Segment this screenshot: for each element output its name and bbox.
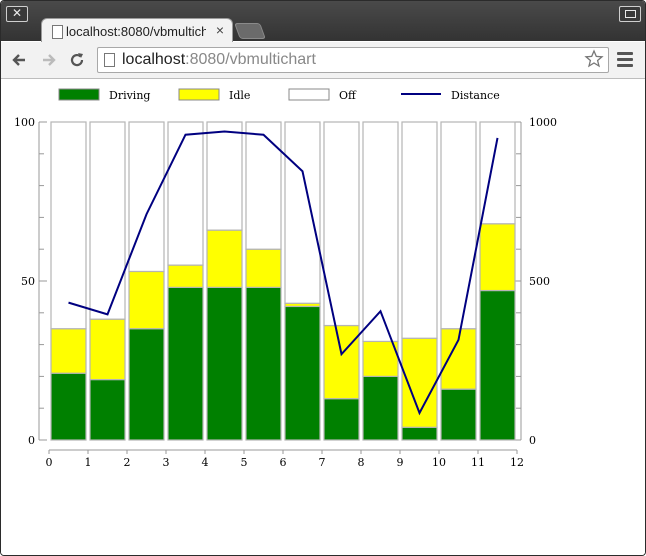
browser-tab[interactable]: localhost:8080/vbmultichart × <box>41 18 233 43</box>
window-restore-button[interactable] <box>619 6 641 22</box>
bar-driving <box>362 375 399 441</box>
bar-off <box>401 121 438 339</box>
legend-label-driving: Driving <box>109 89 150 102</box>
x-tick-label: 4 <box>202 456 209 469</box>
x-tick-label: 8 <box>358 456 365 469</box>
x-tick-label: 9 <box>397 456 404 469</box>
menu-line <box>617 64 633 67</box>
x-tick-label: 2 <box>124 456 131 469</box>
bar-idle <box>479 223 516 292</box>
legend-swatch-off <box>288 88 330 101</box>
reload-icon <box>70 53 84 67</box>
url-host: localhost <box>122 51 186 68</box>
title-bar: ✕ localhost:8080/vbmultichart × <box>1 1 645 43</box>
back-button[interactable] <box>9 50 29 70</box>
address-bar[interactable]: localhost:8080/vbmultichart <box>97 47 609 73</box>
x-tick-label: 1 <box>85 456 92 469</box>
bar-driving <box>479 289 516 441</box>
page-icon <box>104 53 115 67</box>
browser-window: ✕ localhost:8080/vbmultichart × <box>0 0 646 556</box>
bar-driving <box>245 286 282 441</box>
bar-driving <box>323 398 360 441</box>
bar-idle <box>245 248 282 288</box>
bar-driving <box>206 286 243 441</box>
browser-toolbar: localhost:8080/vbmultichart <box>1 42 645 79</box>
bar-driving <box>284 305 321 441</box>
new-tab-button[interactable] <box>234 23 266 39</box>
legend-swatch-idle <box>178 88 220 101</box>
x-tick-label: 3 <box>163 456 170 469</box>
bar-idle <box>206 229 243 288</box>
bar-off <box>206 121 243 231</box>
page-content: Driving Idle Off Distance 0 50 100 0 500 1000 0 1 2 3… <box>1 79 645 555</box>
legend-label-distance: Distance <box>451 89 500 102</box>
y-right-tick-label: 500 <box>529 275 550 288</box>
close-icon: ✕ <box>11 6 23 20</box>
x-tick-label: 11 <box>471 456 485 469</box>
y-left-tick-label: 0 <box>28 434 35 447</box>
y-right-tick-label: 0 <box>529 434 536 447</box>
bar-off <box>128 121 165 273</box>
bar-off <box>245 121 282 250</box>
arrow-right-icon <box>43 54 56 66</box>
bar-off <box>440 121 477 330</box>
tab-close-button[interactable]: × <box>216 22 224 38</box>
window-close-button[interactable]: ✕ <box>6 6 28 22</box>
bar-idle <box>50 328 87 374</box>
y-right-tick-label: 1000 <box>529 116 557 129</box>
bar-idle <box>89 318 126 381</box>
url-path: :8080/vbmultichart <box>185 51 316 68</box>
restore-icon <box>624 10 636 18</box>
multi-chart: Driving Idle Off Distance050100050010000 1 2 3… <box>14 88 557 469</box>
star-icon <box>584 49 604 68</box>
bar-driving <box>401 426 438 441</box>
browser-menu-button[interactable] <box>617 52 633 68</box>
legend-label-idle: Idle <box>229 89 250 102</box>
x-tick-label: 7 <box>319 456 326 469</box>
y-left-tick-label: 100 <box>14 116 35 129</box>
bar-idle <box>362 340 399 378</box>
legend-label-off: Off <box>339 89 357 102</box>
bar-off <box>284 121 321 304</box>
page-favicon-icon <box>52 25 63 39</box>
x-tick-label: 10 <box>432 456 446 469</box>
legend-swatch-driving <box>58 88 100 101</box>
bar-driving <box>128 328 165 441</box>
bar-driving <box>440 388 477 441</box>
bar-driving <box>89 378 126 441</box>
bar-off <box>50 121 87 330</box>
x-tick-label: 5 <box>241 456 248 469</box>
x-tick-label: 0 <box>46 456 53 469</box>
bar-idle <box>167 264 204 288</box>
bar-off <box>479 121 516 225</box>
forward-button[interactable] <box>39 50 59 70</box>
bar-off <box>89 121 126 320</box>
menu-line <box>617 52 633 55</box>
y-left-tick-label: 50 <box>21 275 35 288</box>
menu-line <box>617 58 633 61</box>
reload-button[interactable] <box>67 50 87 70</box>
arrow-left-icon <box>12 54 25 66</box>
url-text: localhost:8080/vbmultichart <box>122 51 316 69</box>
bookmark-star-button[interactable] <box>584 49 604 74</box>
x-tick-label: 6 <box>280 456 287 469</box>
bar-driving <box>50 372 87 441</box>
bar-off <box>362 121 399 343</box>
bar-idle <box>128 270 165 330</box>
bar-driving <box>167 286 204 441</box>
bar-idle <box>323 324 360 400</box>
bar-off <box>167 121 204 266</box>
tab-title: localhost:8080/vbmultichart <box>66 24 206 39</box>
x-tick-label: 12 <box>510 456 524 469</box>
